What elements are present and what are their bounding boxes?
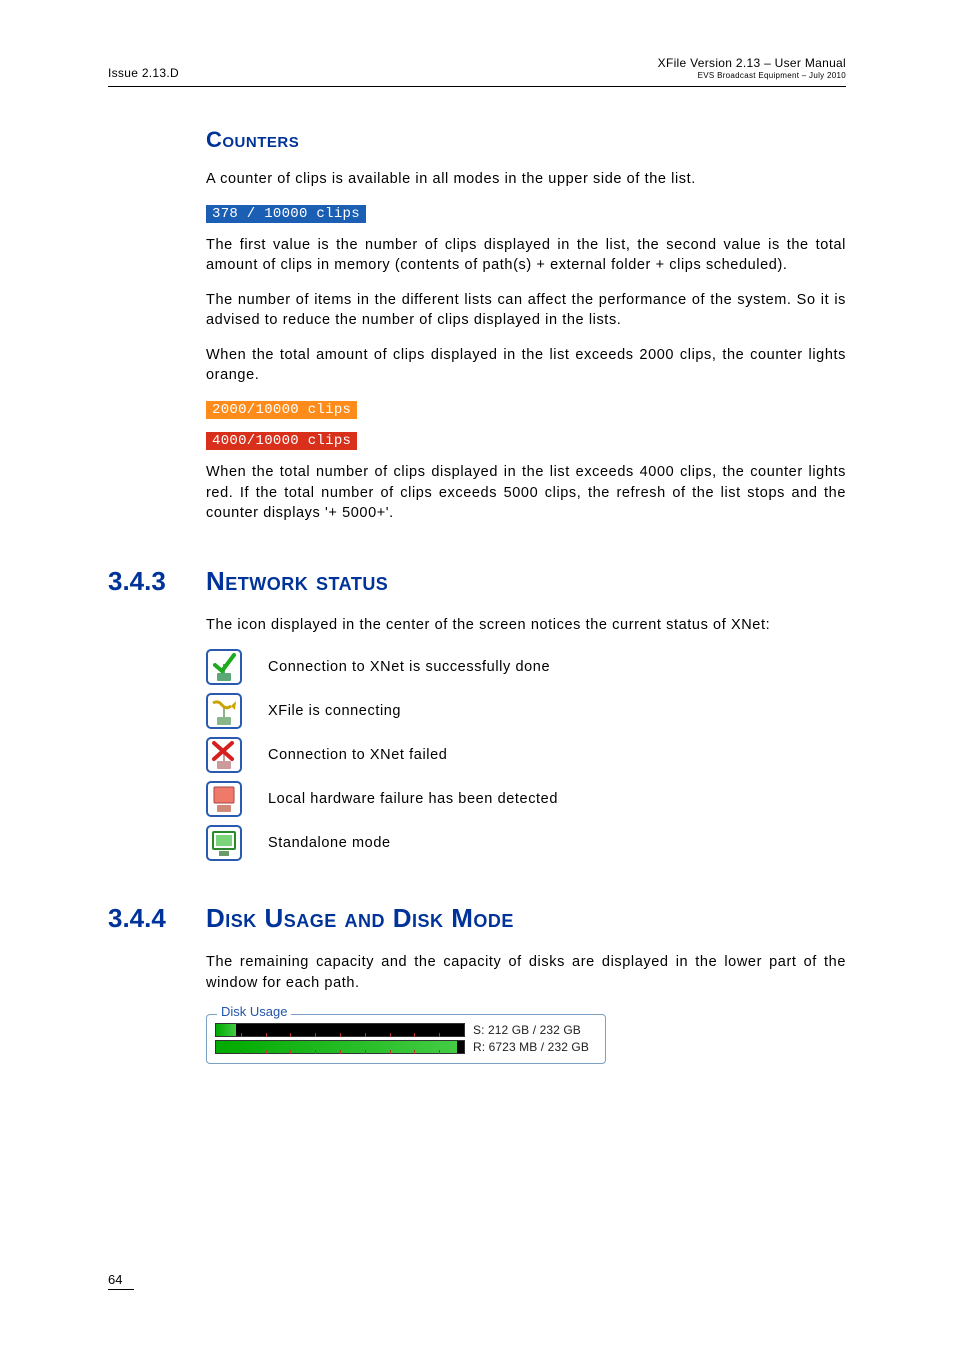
page-footer: 64 [108,1271,134,1290]
counters-p3: The number of items in the different lis… [206,290,846,331]
counters-p4: When the total amount of clips displayed… [206,345,846,386]
network-connecting-icon [206,693,242,729]
status-row-failed: Connection to XNet failed [206,737,846,773]
counter-badge-orange: 2000/10000 clips [206,401,357,419]
counter-badge-red: 4000/10000 clips [206,432,357,450]
hardware-failure-icon [206,781,242,817]
status-row-connected: Connection to XNet is successfully done [206,649,846,685]
network-intro: The icon displayed in the center of the … [206,615,846,636]
network-connected-icon [206,649,242,685]
status-row-connecting: XFile is connecting [206,693,846,729]
status-label: Connection to XNet is successfully done [268,659,550,675]
heading-disk-usage: 3.4.4 Disk Usage and Disk Mode [108,903,846,934]
header-company: EVS Broadcast Equipment – July 2010 [658,71,846,80]
status-label: Connection to XNet failed [268,747,447,763]
counters-p5: When the total number of clips displayed… [206,462,846,524]
status-row-hardware-failure: Local hardware failure has been detected [206,781,846,817]
status-label: Standalone mode [268,835,391,851]
disk-bar [215,1040,465,1054]
disk-intro: The remaining capacity and the capacity … [206,952,846,993]
heading-number: 3.4.4 [108,903,206,934]
disk-row-s: S: 212 GB / 232 GB [215,1023,597,1037]
status-label: XFile is connecting [268,703,401,719]
counter-badge-normal: 378 / 10000 clips [206,205,366,223]
header-product: XFile Version 2.13 – User Manual [658,56,846,70]
standalone-mode-icon [206,825,242,861]
disk-label: R: 6723 MB / 232 GB [473,1040,589,1054]
disk-usage-panel: Disk Usage S: 212 GB / 232 GB R: 67 [206,1014,606,1064]
counters-p1: A counter of clips is available in all m… [206,169,846,190]
disk-label: S: 212 GB / 232 GB [473,1023,581,1037]
network-failed-icon [206,737,242,773]
counters-p2: The first value is the number of clips d… [206,235,846,276]
heading-title: Disk Usage and Disk Mode [206,903,514,934]
disk-bar [215,1023,465,1037]
heading-network-status: 3.4.3 Network status [108,566,846,597]
page-number: 64 [108,1272,134,1290]
heading-counters: Counters [206,127,846,153]
heading-title: Network status [206,566,388,597]
header-issue: Issue 2.13.D [108,66,179,80]
page-header: Issue 2.13.D XFile Version 2.13 – User M… [0,0,954,80]
header-right: XFile Version 2.13 – User Manual EVS Bro… [658,56,846,80]
status-row-standalone: Standalone mode [206,825,846,861]
disk-row-r: R: 6723 MB / 232 GB [215,1040,597,1054]
disk-usage-legend: Disk Usage [217,1004,291,1019]
status-label: Local hardware failure has been detected [268,791,558,807]
heading-number: 3.4.3 [108,566,206,597]
network-status-list: Connection to XNet is successfully done … [206,649,846,861]
